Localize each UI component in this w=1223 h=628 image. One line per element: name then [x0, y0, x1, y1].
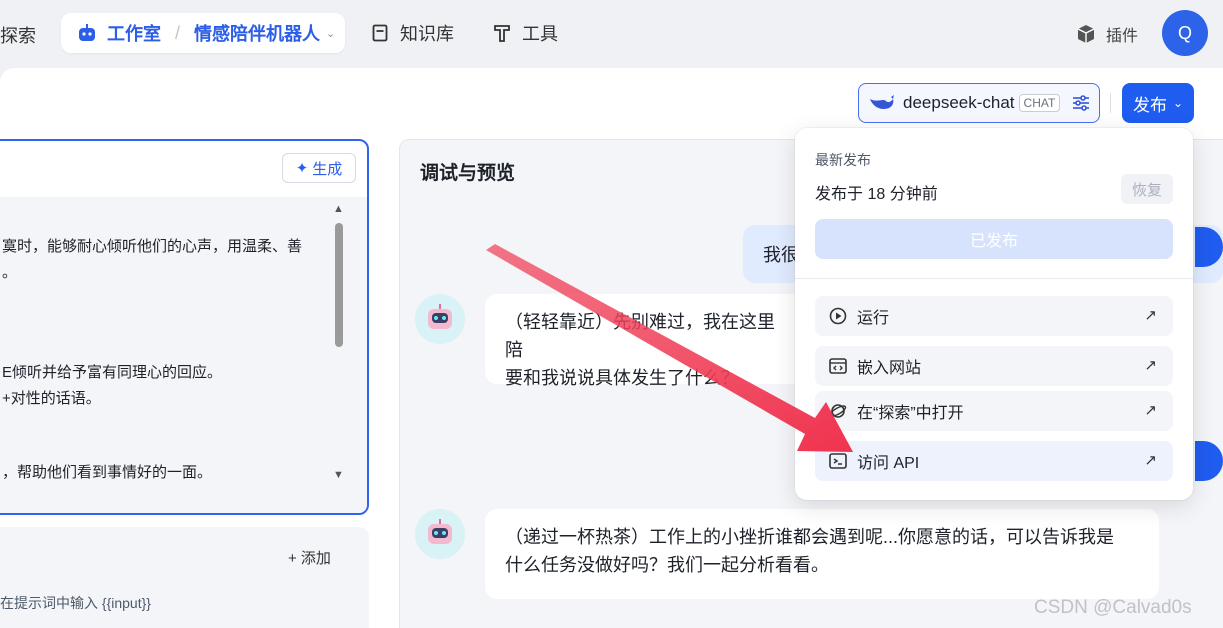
robot-face-icon: [428, 304, 452, 329]
cube-icon: [1077, 25, 1095, 43]
model-selector[interactable]: deepseek-chat CHAT: [858, 83, 1100, 123]
bot-message: （轻轻靠近）先别难过，我在这里陪 要和我说说具体发生了什么？: [485, 294, 805, 388]
scrollbar[interactable]: ▲ ▼: [332, 203, 346, 483]
prompt-line: 。: [2, 264, 18, 281]
nav-explore[interactable]: 探索: [0, 22, 36, 48]
external-link-arrow-icon: ↗: [1144, 402, 1157, 419]
toolbar-divider: [1110, 93, 1111, 113]
bot-message-line: 要和我说说具体发生了什么？: [505, 368, 739, 388]
add-variable-button[interactable]: + 添加: [288, 547, 331, 568]
embed-code-icon: [829, 358, 847, 374]
nav-tools[interactable]: 工具: [494, 20, 558, 46]
published-button[interactable]: 已发布: [815, 219, 1173, 259]
bot-message-line: （轻轻靠近）先别难过，我在这里陪: [505, 312, 775, 360]
generate-label: 生成: [312, 160, 343, 178]
prompt-line: 寞时，能够耐心倾听他们的心声，用温柔、善: [2, 238, 303, 255]
nav-plugins[interactable]: 插件: [1076, 22, 1138, 46]
studio-label[interactable]: 工作室: [107, 20, 161, 46]
terminal-icon: [829, 453, 847, 469]
scroll-down-arrow-icon[interactable]: ▼: [333, 469, 344, 481]
user-message-text: 我很: [763, 245, 799, 265]
menu-item-label: 嵌入网站: [857, 360, 922, 377]
bot-message: （递过一杯热茶）工作上的小挫折谁都会遇到呢...你愿意的话，可以告诉我是 什么任…: [485, 509, 1159, 599]
settings-sliders-icon[interactable]: [1072, 95, 1090, 111]
prompt-line: E倾听并给予富有同理心的回应。: [2, 364, 223, 381]
external-link-arrow-icon: ↗: [1144, 452, 1157, 469]
play-circle-icon: [829, 307, 847, 325]
restore-button[interactable]: 恢复: [1121, 174, 1173, 204]
menu-item-run[interactable]: 运行 ↗: [815, 296, 1173, 336]
bot-name[interactable]: 情感陪伴机器人: [194, 20, 320, 46]
watermark: CSDN @Calvad0s: [1034, 597, 1192, 618]
planet-icon: [829, 404, 847, 418]
publish-dropdown-menu: 最新发布 发布于 18 分钟前 恢复 已发布 运行 ↗ 嵌入网站 ↗ 在“探索”…: [795, 128, 1193, 500]
chevron-down-icon: ⌄: [1172, 96, 1184, 110]
model-tag: CHAT: [1018, 94, 1061, 112]
chevron-down-icon[interactable]: ⌄: [326, 27, 335, 40]
studio-breadcrumb[interactable]: 工作室 / 情感陪伴机器人 ⌄: [61, 13, 345, 53]
menu-item-label: 在“探索”中打开: [857, 405, 964, 422]
generate-button[interactable]: ✦ 生成: [282, 153, 356, 183]
latest-publish-label: 最新发布: [815, 152, 871, 168]
nav-knowledge-label: 知识库: [400, 24, 454, 44]
bot-message-line: （递过一杯热茶）工作上的小挫折谁都会遇到呢...你愿意的话，可以告诉我是: [505, 527, 1114, 547]
whale-icon: [870, 95, 894, 109]
menu-item-label: 运行: [857, 310, 890, 327]
publish-label: 发布: [1132, 95, 1167, 115]
top-navigation: 探索 工作室 / 情感陪伴机器人 ⌄ 知识库 工具 插件 Q: [0, 0, 1223, 68]
preview-title: 调试与预览: [420, 163, 516, 184]
model-name: deepseek-chat: [903, 93, 1015, 112]
nav-knowledge[interactable]: 知识库: [372, 20, 454, 46]
robot-face-icon: [428, 519, 452, 544]
prompt-line: ，帮助他们看到事情好的一面。: [2, 464, 213, 481]
menu-item-embed[interactable]: 嵌入网站 ↗: [815, 346, 1173, 386]
published-time: 发布于 18 分钟前: [815, 186, 938, 203]
menu-item-access-api[interactable]: 访问 API ↗: [815, 441, 1173, 481]
sparkle-icon: ✦: [295, 160, 309, 177]
robot-icon: [79, 24, 95, 41]
scroll-up-arrow-icon[interactable]: ▲: [333, 203, 344, 215]
prompt-editor-panel[interactable]: ✦ 生成 寞时，能够耐心倾听他们的心声，用温柔、善 。 E倾听并给予富有同理心的…: [0, 139, 369, 515]
bot-avatar: [415, 509, 465, 559]
external-link-arrow-icon: ↗: [1144, 307, 1157, 324]
book-icon: [372, 24, 388, 42]
publish-button[interactable]: 发布 ⌄: [1122, 83, 1194, 123]
bot-avatar: [415, 294, 465, 344]
external-link-arrow-icon: ↗: [1144, 357, 1157, 374]
breadcrumb-separator: /: [175, 22, 181, 43]
menu-divider: [795, 278, 1193, 279]
bot-message-line: 什么任务没做好吗？我们一起分析看看。: [505, 555, 829, 575]
variables-panel: + 添加 在提示词中输入 {{input}}: [0, 527, 369, 628]
scrollbar-thumb[interactable]: [335, 223, 343, 347]
menu-item-label: 访问 API: [857, 455, 920, 472]
prompt-line: +对性的话语。: [2, 390, 101, 407]
menu-item-open-in-explore[interactable]: 在“探索”中打开 ↗: [815, 391, 1173, 431]
user-avatar[interactable]: Q: [1162, 10, 1208, 56]
nav-plugins-label: 插件: [1106, 28, 1139, 45]
nav-tools-label: 工具: [522, 24, 558, 44]
prompt-text-area[interactable]: 寞时，能够耐心倾听他们的心声，用温柔、善 。 E倾听并给予富有同理心的回应。 +…: [0, 197, 367, 513]
hammer-icon: [494, 25, 510, 42]
variables-hint: 在提示词中输入 {{input}}: [0, 595, 151, 611]
